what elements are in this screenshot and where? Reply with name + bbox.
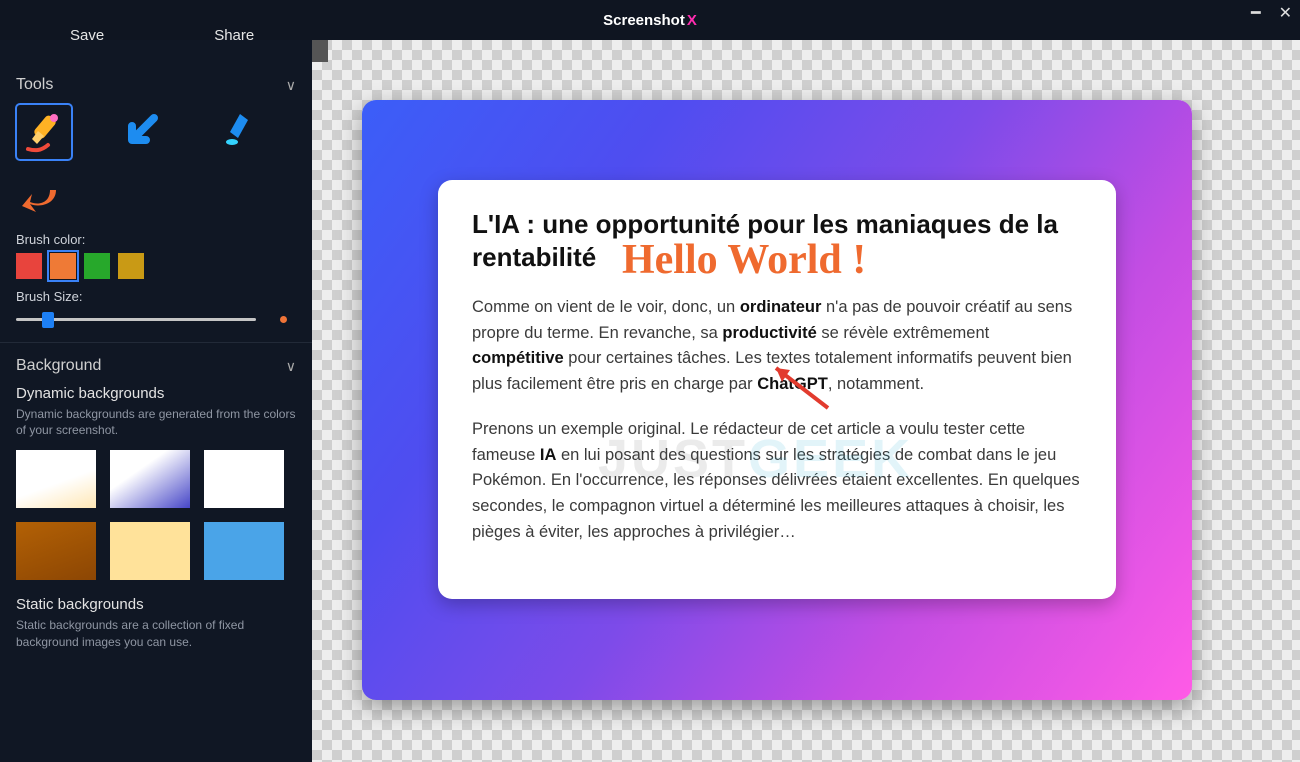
minimize-button[interactable]: ━ bbox=[1251, 6, 1261, 22]
swatch-red[interactable] bbox=[16, 253, 42, 279]
tools-header[interactable]: Tools ∨ bbox=[16, 76, 296, 94]
undo-button[interactable] bbox=[16, 178, 64, 218]
menu-bar: Save Share bbox=[0, 18, 254, 52]
sidebar: Tools ∨ bbox=[0, 40, 312, 762]
canvas-area[interactable]: L'IA : une opportunité pour les maniaque… bbox=[312, 40, 1300, 762]
highlighter-icon bbox=[220, 110, 260, 154]
swatch-orange[interactable] bbox=[50, 253, 76, 279]
static-bg-desc: Static backgrounds are a collection of f… bbox=[16, 617, 296, 649]
arrow-tool[interactable] bbox=[114, 104, 170, 160]
app-title-x: X bbox=[687, 12, 697, 29]
static-bg-title: Static backgrounds bbox=[16, 596, 296, 613]
titlebar: ScreenshotX ━ ✕ Save Share bbox=[0, 0, 1300, 40]
close-button[interactable]: ✕ bbox=[1279, 6, 1292, 22]
highlighter-tool[interactable] bbox=[212, 104, 268, 160]
pen-tool[interactable] bbox=[16, 104, 72, 160]
divider bbox=[0, 342, 312, 343]
dynamic-bg-desc: Dynamic backgrounds are generated from t… bbox=[16, 406, 296, 438]
slider-thumb[interactable] bbox=[42, 312, 54, 328]
app-title: ScreenshotX bbox=[603, 12, 697, 29]
app-title-text: Screenshot bbox=[603, 12, 685, 29]
dynamic-bg-title: Dynamic backgrounds bbox=[16, 385, 296, 402]
brush-size-preview-dot bbox=[280, 316, 287, 323]
chevron-down-icon[interactable]: ∨ bbox=[286, 77, 296, 94]
background-frame[interactable]: L'IA : une opportunité pour les maniaque… bbox=[362, 100, 1192, 700]
swatch-green[interactable] bbox=[84, 253, 110, 279]
share-menu[interactable]: Share bbox=[214, 27, 254, 44]
window-controls: ━ ✕ bbox=[1251, 6, 1292, 22]
article-paragraph-2: Prenons un exemple original. Le rédacteu… bbox=[472, 417, 1082, 545]
background-header[interactable]: Background ∨ bbox=[16, 357, 296, 375]
bg-swatch-2[interactable] bbox=[110, 450, 190, 508]
chevron-down-icon[interactable]: ∨ bbox=[286, 358, 296, 375]
bg-swatch-6[interactable] bbox=[204, 522, 284, 580]
bg-swatch-3[interactable] bbox=[204, 450, 284, 508]
brush-size-label: Brush Size: bbox=[16, 289, 296, 304]
swatch-olive[interactable] bbox=[118, 253, 144, 279]
bg-swatch-1[interactable] bbox=[16, 450, 96, 508]
bg-swatch-grid bbox=[16, 450, 296, 580]
undo-icon bbox=[18, 180, 62, 216]
brush-size-slider[interactable] bbox=[16, 310, 256, 328]
scroll-handle[interactable] bbox=[312, 40, 328, 62]
article-title: L'IA : une opportunité pour les maniaque… bbox=[472, 208, 1082, 273]
bg-swatch-5[interactable] bbox=[110, 522, 190, 580]
brush-color-swatches bbox=[16, 253, 296, 279]
brush-color-label: Brush color: bbox=[16, 232, 296, 247]
save-menu[interactable]: Save bbox=[70, 27, 104, 44]
background-title: Background bbox=[16, 357, 101, 375]
tools-title: Tools bbox=[16, 76, 53, 94]
article-paragraph-1: Comme on vient de le voir, donc, un ordi… bbox=[472, 295, 1082, 397]
arrow-icon bbox=[120, 110, 164, 154]
screenshot-content: L'IA : une opportunité pour les maniaque… bbox=[438, 180, 1116, 599]
pen-icon bbox=[21, 109, 67, 155]
bg-swatch-4[interactable] bbox=[16, 522, 96, 580]
